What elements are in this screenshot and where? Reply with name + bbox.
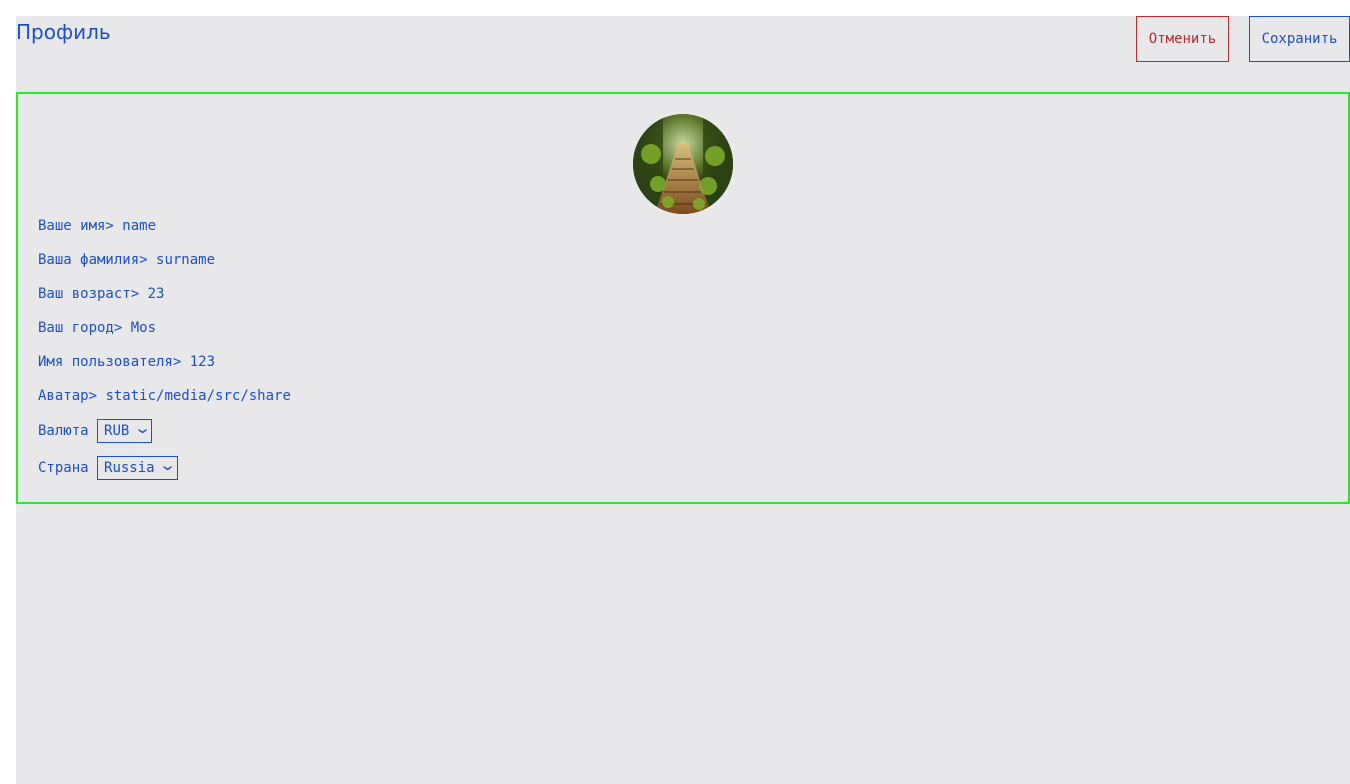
currency-select[interactable]: RUB ❯	[97, 419, 153, 443]
country-row: Страна Russia ❯	[38, 455, 178, 481]
username-input[interactable]: 123	[190, 354, 215, 370]
profile-card: Ваше имя> name Ваша фамилия> surname Ваш…	[16, 92, 1350, 504]
currency-selected-value: RUB	[104, 423, 130, 439]
username-row: Имя пользователя> 123	[38, 353, 215, 371]
chevron-down-icon: ❯	[136, 427, 149, 435]
country-select[interactable]: Russia ❯	[97, 456, 178, 480]
avatar-image	[633, 114, 733, 214]
last-name-label: Ваша фамилия>	[38, 252, 148, 268]
last-name-input[interactable]: surname	[156, 252, 215, 268]
city-input[interactable]: Mos	[131, 320, 156, 336]
age-input[interactable]: 23	[148, 286, 165, 302]
avatar-label: Аватар>	[38, 388, 98, 404]
city-label: Ваш город>	[38, 320, 123, 336]
chevron-down-icon: ❯	[161, 464, 175, 472]
country-selected-value: Russia	[104, 460, 155, 476]
save-button[interactable]: Сохранить	[1249, 16, 1350, 62]
cancel-button[interactable]: Отменить	[1136, 16, 1229, 62]
avatar	[633, 114, 733, 214]
first-name-input[interactable]: name	[122, 218, 156, 234]
country-label: Страна	[38, 460, 89, 476]
last-name-row: Ваша фамилия> surname	[38, 251, 215, 269]
currency-label: Валюта	[38, 423, 89, 439]
age-row: Ваш возраст> 23	[38, 285, 164, 303]
age-label: Ваш возраст>	[38, 286, 140, 302]
avatar-input[interactable]: static/media/src/share	[105, 387, 294, 405]
currency-row: Валюта RUB ❯	[38, 418, 153, 444]
avatar-row: Аватар> static/media/src/share	[38, 387, 294, 405]
profile-page: Профиль Отменить Сохранить Ваше имя> nam…	[16, 16, 1350, 784]
first-name-label: Ваше имя>	[38, 218, 114, 234]
username-label: Имя пользователя>	[38, 354, 182, 370]
first-name-row: Ваше имя> name	[38, 217, 156, 235]
city-row: Ваш город> Mos	[38, 319, 156, 337]
page-title: Профиль	[16, 20, 111, 44]
